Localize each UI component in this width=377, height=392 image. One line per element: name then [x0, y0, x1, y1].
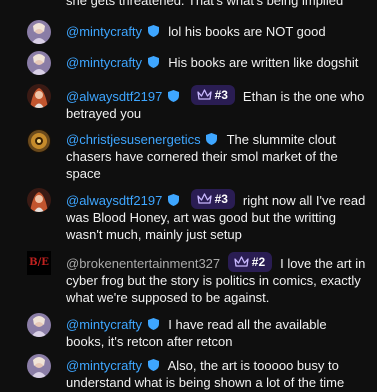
verified-icon — [147, 25, 159, 37]
avatar[interactable] — [27, 313, 51, 337]
author-name[interactable]: @christjesusenergetics — [66, 132, 201, 147]
verified-icon — [206, 133, 218, 145]
avatar[interactable] — [27, 20, 51, 44]
avatar[interactable] — [27, 354, 51, 378]
verified-icon — [147, 359, 159, 371]
avatar[interactable] — [27, 51, 51, 75]
rank-badge: #3 — [190, 189, 235, 209]
rank-number: #3 — [214, 87, 228, 102]
author-name[interactable]: @brokenentertainment327 — [66, 256, 220, 271]
verified-icon — [167, 90, 179, 102]
avatar[interactable] — [27, 84, 51, 108]
rank-badge: #3 — [190, 85, 235, 105]
rank-number: #2 — [251, 254, 266, 269]
author-name[interactable]: @mintycrafty — [66, 55, 142, 70]
crown-icon — [196, 193, 212, 204]
author-name[interactable]: @alwaysdtf2197 — [66, 89, 162, 104]
live-chat: she gets threatened. That's what's being… — [0, 0, 377, 392]
author-name[interactable]: @mintycrafty — [66, 24, 142, 39]
message-text: lol his books are NOT good — [168, 24, 326, 39]
author-name[interactable]: @mintycrafty — [66, 317, 142, 332]
rank-number: #3 — [214, 191, 228, 206]
verified-icon — [147, 56, 159, 68]
cut-off-message: she gets threatened. That's what's being… — [66, 0, 344, 8]
verified-icon — [167, 194, 179, 206]
be-logo: B/E — [29, 257, 49, 268]
avatar[interactable] — [27, 188, 51, 212]
author-name[interactable]: @alwaysdtf2197 — [66, 193, 162, 208]
author-name[interactable]: @mintycrafty — [66, 358, 142, 373]
verified-icon — [147, 318, 159, 330]
message-text: His books are written like dogshit — [168, 55, 359, 70]
crown-icon — [234, 256, 249, 267]
avatar[interactable]: B/E — [27, 251, 51, 275]
crown-icon — [196, 89, 212, 100]
rank-badge: #2 — [227, 252, 273, 272]
avatar[interactable] — [27, 129, 51, 153]
